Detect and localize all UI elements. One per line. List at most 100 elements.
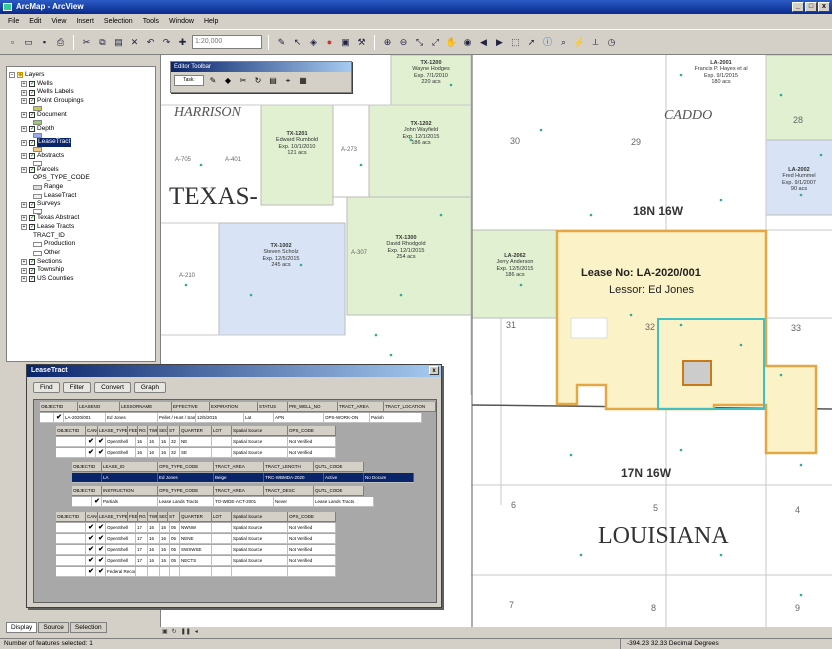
task-dropdown[interactable]: Task: [174, 75, 204, 86]
layer-visibility-checkbox[interactable]: ✓ [29, 139, 35, 146]
editor-icon[interactable]: ✎ [275, 36, 288, 49]
select-features-icon[interactable]: ⬚ [509, 36, 522, 49]
toc-item[interactable]: Range [9, 183, 153, 192]
toc-item[interactable]: + ✓ Parcels [9, 166, 153, 175]
checkbox-icon[interactable]: ✔ [86, 523, 96, 532]
undo-icon[interactable]: ↶ [144, 36, 157, 49]
selected-table-row[interactable]: LA Ed Jones Beige TRC-WBMDA-2020 Active No Do… [72, 473, 414, 483]
pause-icon[interactable]: ❚❚ [181, 628, 191, 635]
toc-item[interactable]: TRACT_ID [9, 232, 153, 241]
paste-icon[interactable]: ▤ [112, 36, 125, 49]
layout-view-icon[interactable]: ▣ [162, 628, 168, 635]
expand-toggle-icon[interactable]: + [21, 139, 27, 146]
attributes-icon[interactable]: ▤ [267, 76, 279, 85]
layer-visibility-checkbox[interactable]: ✓ [29, 153, 35, 160]
layer-visibility-checkbox[interactable]: ✓ [29, 224, 35, 231]
layer-visibility-checkbox[interactable]: ✓ [29, 98, 35, 105]
checkbox-icon[interactable]: ✔ [96, 448, 106, 457]
expand-toggle-icon[interactable]: + [21, 153, 27, 160]
cut-icon[interactable]: ✂ [80, 36, 93, 49]
expand-toggle-icon[interactable]: + [21, 112, 27, 119]
grid-header-row[interactable]: OBJECTID LEASENO LESSORNAME EFFECTIVE EXPIRA… [40, 402, 436, 412]
refresh-icon[interactable]: ↻ [172, 628, 177, 635]
layers-icon[interactable]: ◈ [307, 36, 320, 49]
attribute-grid[interactable]: OBJECTID LEASENO LESSORNAME EFFECTIVE EXPIRA… [33, 399, 437, 603]
checkbox-icon[interactable]: ✔ [86, 545, 96, 554]
sketch-icon[interactable]: ✎ [207, 76, 219, 85]
tract-la2001-green[interactable] [765, 55, 832, 141]
snap-icon[interactable]: ⌖ [282, 76, 294, 86]
expand-toggle-icon[interactable]: + [21, 215, 27, 222]
split-icon[interactable]: ✂ [237, 76, 249, 85]
save-icon[interactable]: ▪ [38, 36, 51, 49]
identify-icon[interactable]: ⓘ [541, 36, 554, 49]
tab-find[interactable]: Find [33, 382, 60, 393]
menu-tools[interactable]: Tools [143, 15, 159, 28]
expand-toggle-icon[interactable]: + [21, 81, 27, 88]
measure-icon[interactable]: ⟂ [589, 36, 602, 49]
checkbox-icon[interactable]: ✔ [96, 556, 106, 565]
arrow-icon[interactable]: ↖ [291, 36, 304, 49]
toc-item[interactable]: Production [9, 240, 153, 249]
layer-visibility-checkbox[interactable]: ✓ [29, 81, 35, 88]
toc-item[interactable]: + ✓ Lease Tracts [9, 223, 153, 232]
expand-toggle-icon[interactable]: + [21, 166, 27, 173]
toc-item[interactable]: Other [9, 249, 153, 258]
toc-item[interactable]: + ✓ Document [9, 111, 153, 120]
lease-tract-la2020[interactable] [555, 229, 818, 455]
find-icon[interactable]: ⌕ [557, 36, 570, 49]
tab-display[interactable]: Display [6, 622, 38, 633]
grid-header-row[interactable]: OBJECTID INSTRUCTION OPS_TYPE_CODE TRACT_AR… [72, 486, 364, 496]
expand-toggle-icon[interactable]: + [21, 89, 27, 96]
toc-item[interactable]: + ✓ Point Groupings [9, 97, 153, 106]
layer-visibility-checkbox[interactable]: ✓ [29, 276, 35, 283]
table-row[interactable]: ✔ ✔ OpenShell 16 16 16 32 NE Spatial Source Not V… [56, 437, 336, 447]
grid-header-row[interactable]: OBJECTIDCANCLEASE_TYPEFEERGTWPSECSTQUART… [56, 512, 336, 522]
checkbox-icon[interactable]: ✔ [54, 413, 64, 422]
toc-item[interactable]: + ✓ Abstracts [9, 152, 153, 161]
layer-visibility-checkbox[interactable]: ✓ [29, 267, 35, 274]
delete-icon[interactable]: ✕ [128, 36, 141, 49]
toc-item[interactable]: LeaseTract [9, 192, 153, 201]
tab-filter[interactable]: Filter [62, 382, 92, 393]
print-icon[interactable]: ⎙ [54, 36, 67, 49]
toc-item[interactable]: + ✓ LeaseTract [9, 138, 153, 147]
menu-edit[interactable]: Edit [29, 15, 41, 28]
checkbox-icon[interactable]: ✔ [96, 567, 106, 576]
checkbox-icon[interactable]: ✔ [86, 556, 96, 565]
expand-toggle-icon[interactable]: + [21, 98, 27, 105]
table-row[interactable]: ✔ ✔ OpenShell 16 16 16 32 SE Spatial Source Not V… [56, 448, 336, 458]
close-button[interactable]: x [429, 366, 439, 375]
menu-file[interactable]: File [8, 15, 19, 28]
layer-visibility-checkbox[interactable]: ✓ [29, 201, 35, 208]
minimize-button[interactable]: _ [792, 2, 804, 12]
vertex-icon[interactable]: ◆ [222, 76, 234, 85]
zoom-in-icon[interactable]: ⊕ [381, 36, 394, 49]
checkbox-icon[interactable]: ✔ [96, 437, 106, 446]
toc-item[interactable]: + ✓ Depth [9, 125, 153, 134]
close-button[interactable]: x [818, 2, 830, 12]
zoom-out-icon[interactable]: ⊖ [397, 36, 410, 49]
full-extent-icon[interactable]: ◉ [461, 36, 474, 49]
add-data-icon[interactable]: ✚ [176, 36, 189, 49]
layer-visibility-checkbox[interactable]: ✓ [29, 259, 35, 265]
globe-icon[interactable]: ● [323, 36, 336, 49]
layer-visibility-checkbox[interactable]: ✓ [29, 89, 35, 96]
toc-item[interactable]: + ✓ Surveys [9, 200, 153, 209]
checkbox-icon[interactable]: ✔ [86, 437, 96, 446]
layer-visibility-checkbox[interactable]: ✓ [29, 166, 35, 173]
catalog-icon[interactable]: ▣ [339, 36, 352, 49]
toc-item[interactable]: OPS_TYPE_CODE [9, 174, 153, 183]
menu-selection[interactable]: Selection [104, 15, 133, 28]
expand-toggle-icon[interactable]: + [21, 125, 27, 132]
new-icon[interactable]: ▫ [6, 36, 19, 49]
map-scale-input[interactable]: 1:20,000 [192, 35, 262, 49]
checkbox-icon[interactable]: ✔ [86, 448, 96, 457]
toc-item[interactable]: + ✓ Texas Abstract [9, 214, 153, 223]
toc-item[interactable]: + ✓ Wells [9, 80, 153, 89]
rotate-icon[interactable]: ↻ [252, 76, 264, 85]
checkbox-icon[interactable]: ✔ [86, 534, 96, 543]
well-pad[interactable] [682, 360, 712, 386]
tract-tx1202[interactable] [368, 104, 472, 198]
grid-header-row[interactable]: OBJECTID LEASE_ID OPS_TYPE_CODE TRACT_AREA T… [72, 462, 364, 472]
